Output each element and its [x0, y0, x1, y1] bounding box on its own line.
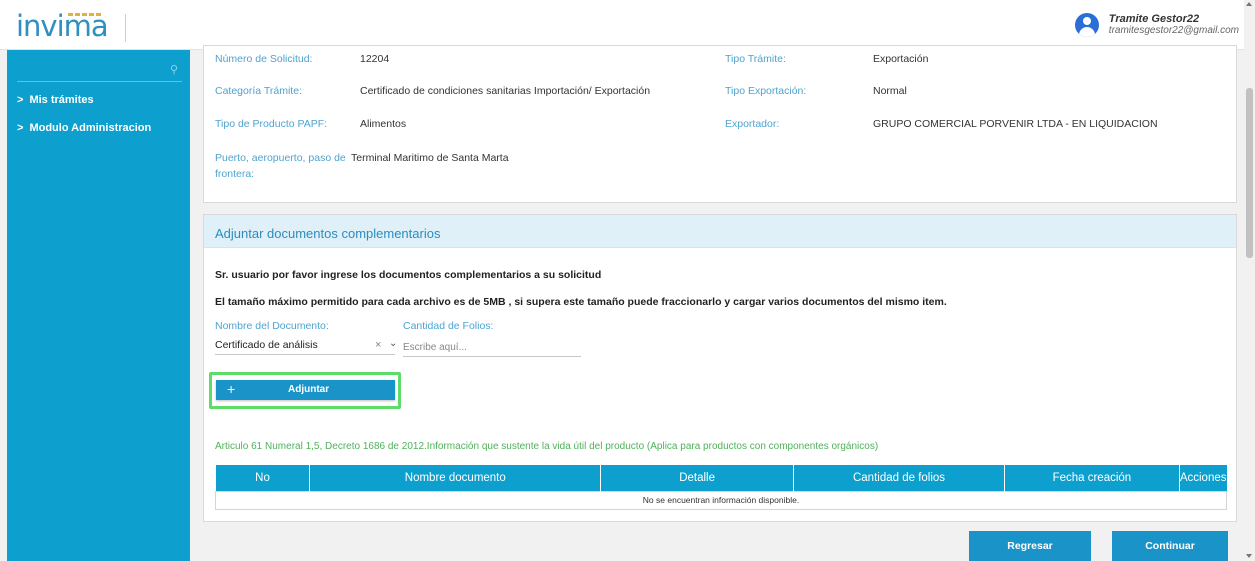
categoria-label: Categoría Trámite: [215, 85, 302, 97]
sidebar-item-label: Mis trámites [29, 94, 94, 106]
table-header-detalle[interactable]: Detalle [600, 465, 795, 491]
table-header-cantidad-folios[interactable]: Cantidad de folios [793, 465, 1005, 491]
user-avatar-icon[interactable] [1074, 13, 1099, 37]
documents-header: Adjuntar documentos complementarios [204, 215, 1236, 248]
scroll-up-arrow-icon[interactable] [1246, 2, 1252, 6]
table-header-nombre-documento[interactable]: Nombre documento [309, 465, 602, 491]
chevron-right-icon: > [17, 94, 24, 106]
plus-icon: + [227, 381, 236, 397]
numero-solicitud-value: 12204 [360, 53, 390, 65]
invima-logo[interactable]: invima [16, 9, 126, 43]
sidebar-search[interactable]: ⚲ [17, 56, 182, 82]
puerto-label-line1: Puerto, aeropuerto, paso de [215, 152, 346, 164]
table-header-no[interactable]: No [215, 465, 311, 491]
user-info: Tramite Gestor22 tramitesgestor22@gmail.… [1109, 13, 1239, 37]
categoria-value: Certificado de condiciones sanitarias Im… [360, 85, 651, 97]
tipo-producto-label: Tipo de Producto PAPF: [215, 118, 328, 130]
table-header-row: No Nombre documento Detalle Cantidad de … [215, 465, 1227, 491]
folios-label: Cantidad de Folios: [403, 320, 494, 332]
tipo-exportacion-label: Tipo Exportación: [725, 85, 807, 97]
table-row: No se encuentran información disponible. [215, 490, 1227, 510]
clear-icon[interactable]: × [375, 339, 381, 351]
tipo-tramite-label: Tipo Trámite: [725, 53, 786, 65]
search-icon[interactable]: ⚲ [170, 63, 178, 76]
scroll-down-arrow-icon[interactable] [1246, 554, 1252, 558]
sidebar-item-mis-tramites[interactable]: > Mis trámites [7, 89, 190, 111]
folios-input[interactable] [403, 339, 581, 357]
chevron-down-icon[interactable]: ⌄ [389, 338, 397, 349]
request-info-card: Número de Solicitud: 12204 Tipo Trámite:… [203, 45, 1237, 203]
document-name-label: Nombre del Documento: [215, 320, 329, 332]
puerto-value: Terminal Maritimo de Santa Marta [351, 152, 509, 164]
documents-instruction: Sr. usuario por favor ingrese los docume… [215, 269, 602, 281]
continue-button[interactable]: Continuar [1112, 531, 1228, 561]
scroll-thumb[interactable] [1246, 88, 1253, 258]
page-scrollbar[interactable] [1244, 0, 1255, 561]
article-note: Articulo 61 Numeral 1,5, Decreto 1686 de… [215, 441, 879, 452]
documents-table: No Nombre documento Detalle Cantidad de … [215, 465, 1227, 510]
user-name: Tramite Gestor22 [1108, 13, 1200, 25]
table-empty-message: No se encuentran información disponible. [215, 490, 1227, 510]
logo-divider [125, 14, 126, 42]
logo-dots [68, 13, 101, 16]
sidebar-item-label: Modulo Administracion [29, 122, 152, 134]
tipo-exportacion-value: Normal [873, 85, 907, 97]
documents-card: Adjuntar documentos complementarios Sr. … [203, 214, 1237, 522]
attach-button[interactable]: + Adjuntar [216, 380, 395, 400]
documents-title: Adjuntar documentos complementarios [215, 226, 441, 241]
exportador-value: GRUPO COMERCIAL PORVENIR LTDA - EN LIQUI… [873, 118, 1158, 130]
puerto-label-line2: frontera: [215, 168, 255, 180]
table-header-acciones[interactable]: Acciones [1179, 465, 1227, 491]
attach-button-label: Adjuntar [288, 384, 330, 395]
user-email: tramitesgestor22@gmail.com [1108, 25, 1239, 36]
back-button[interactable]: Regresar [969, 531, 1091, 561]
document-name-selected: Certificado de análisis [215, 339, 318, 351]
chevron-right-icon: > [17, 122, 24, 134]
exportador-label: Exportador: [725, 118, 780, 130]
table-header-fecha-creacion[interactable]: Fecha creación [1004, 465, 1180, 491]
tipo-tramite-value: Exportación [873, 53, 929, 65]
user-menu[interactable]: Tramite Gestor22 tramitesgestor22@gmail.… [1074, 13, 1239, 37]
top-bar: invima Tramite Gestor22 tramitesgestor22… [0, 0, 1255, 50]
sidebar-item-modulo-administracion[interactable]: > Modulo Administracion [7, 117, 190, 139]
attach-highlight: + Adjuntar [209, 372, 401, 409]
sidebar: ⚲ > Mis trámites > Modulo Administracion [7, 50, 190, 561]
tipo-producto-value: Alimentos [360, 118, 407, 130]
documents-size-note: El tamaño máximo permitido para cada arc… [215, 296, 947, 308]
numero-solicitud-label: Número de Solicitud: [215, 53, 313, 65]
document-name-select[interactable]: Certificado de análisis × ⌄ [215, 337, 397, 355]
